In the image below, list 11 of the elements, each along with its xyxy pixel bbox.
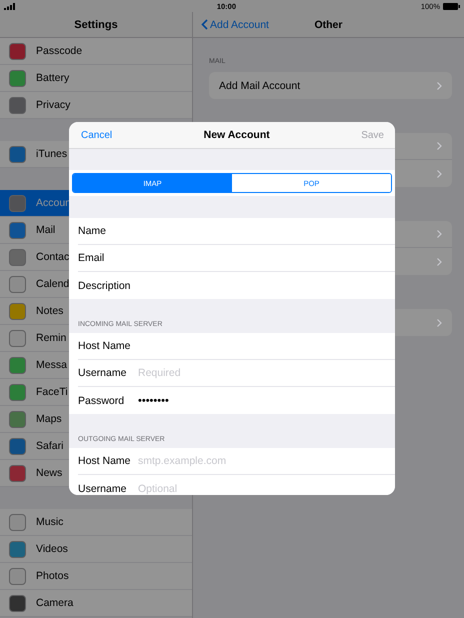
field-label: Username <box>78 482 128 494</box>
field-label: Name <box>78 225 108 237</box>
field-label: Description <box>78 280 132 292</box>
dialog-title: New Account <box>204 129 270 141</box>
field-label: Host Name <box>78 455 132 467</box>
field-label: Email <box>78 252 106 264</box>
field-label: Host Name <box>78 340 132 352</box>
sidebar-title: Settings <box>74 18 118 30</box>
detail-title: Other <box>313 18 344 30</box>
field-label: Username <box>78 367 128 379</box>
field-label: Password <box>78 394 126 406</box>
